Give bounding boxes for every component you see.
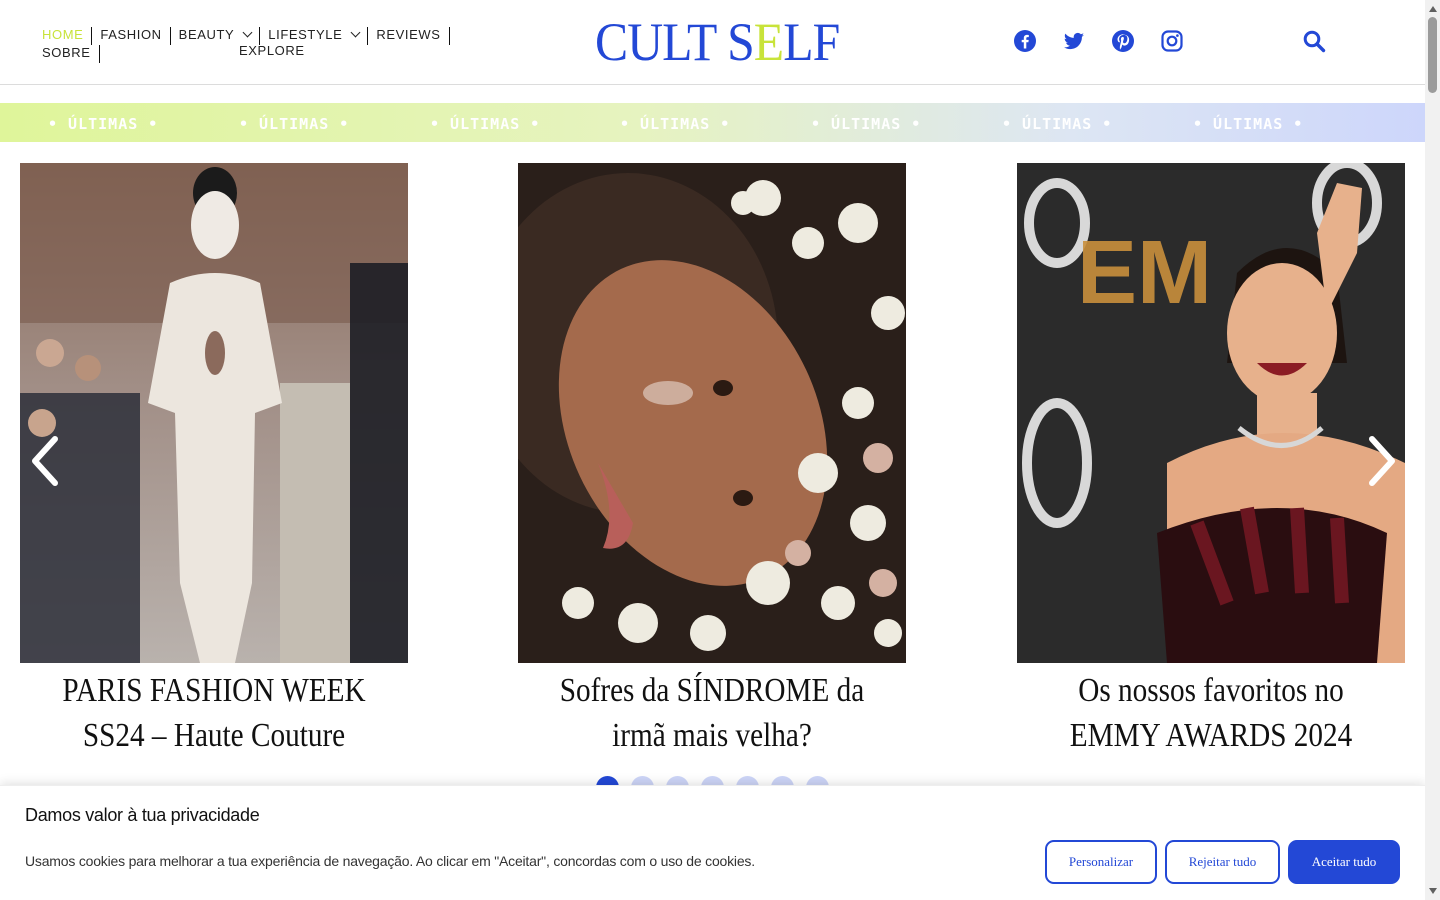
nav-item-home[interactable]: HOME (42, 27, 93, 45)
scroll-thumb[interactable] (1428, 17, 1437, 93)
nav-item-sobre[interactable]: SOBRE (42, 45, 100, 63)
twitter-icon[interactable] (1062, 29, 1086, 53)
logo-text-accent: E (753, 12, 784, 72)
ticker-item[interactable]: • ÚLTIMAS • (48, 115, 158, 133)
ticker-item[interactable]: • ÚLTIMAS • (1002, 115, 1112, 133)
facebook-icon[interactable] (1013, 29, 1037, 53)
logo-text-end: LF (783, 12, 840, 72)
cookie-title: Damos valor à tua privacidade (25, 805, 260, 825)
svg-text:EM: EM (1077, 223, 1212, 323)
site-header: HOME FASHION BEAUTY LIFESTYLE REVIEWS SOBRE E… (0, 0, 1425, 85)
chevron-down-icon (242, 27, 253, 38)
ticker-item[interactable]: • ÚLTIMAS • (1193, 115, 1303, 133)
post-image-fashion-week[interactable] (20, 163, 408, 663)
instagram-icon[interactable] (1160, 29, 1184, 53)
search-icon[interactable] (1302, 29, 1326, 53)
ticker-item[interactable]: • ÚLTIMAS • (430, 115, 540, 133)
cookie-description: Usamos cookies para melhorar a tua exper… (25, 853, 755, 869)
logo-text-start: CULT S (595, 12, 755, 72)
customize-button[interactable]: Personalizar (1045, 840, 1157, 884)
cookie-consent-banner: Damos valor à tua privacidade Usamos coo… (0, 785, 1425, 900)
main-nav: HOME FASHION BEAUTY LIFESTYLE REVIEWS SOBRE E… (42, 27, 512, 63)
reject-all-button[interactable]: Rejeitar tudo (1165, 840, 1280, 884)
page-scrollbar[interactable] (1425, 0, 1440, 900)
page: HOME FASHION BEAUTY LIFESTYLE REVIEWS SOBRE E… (0, 0, 1440, 900)
post-title[interactable]: Sofres da SÍNDROME da irmã mais velha? (531, 668, 892, 758)
chevron-left-icon[interactable] (25, 433, 65, 489)
scroll-down-arrow-icon[interactable] (1429, 888, 1437, 894)
nav-item-explore[interactable]: EXPLORE (239, 43, 305, 58)
post-image-emmy-awards[interactable]: EM (1017, 163, 1405, 663)
post-image-older-sister[interactable] (518, 163, 906, 663)
site-logo[interactable]: CULT SELF (595, 12, 840, 72)
ticker-item[interactable]: • ÚLTIMAS • (239, 115, 349, 133)
ticker-item[interactable]: • ÚLTIMAS • (811, 115, 921, 133)
latest-ticker: • ÚLTIMAS • • ÚLTIMAS • • ÚLTIMAS • • ÚL… (0, 103, 1425, 142)
post-title[interactable]: PARIS FASHION WEEK SS24 – Haute Couture (33, 668, 394, 758)
social-links (1013, 29, 1184, 53)
chevron-right-icon[interactable] (1362, 433, 1402, 489)
ticker-item[interactable]: • ÚLTIMAS • (620, 115, 730, 133)
pinterest-icon[interactable] (1111, 29, 1135, 53)
nav-item-fashion[interactable]: FASHION (100, 27, 171, 45)
nav-item-reviews[interactable]: REVIEWS (376, 27, 450, 45)
post-title[interactable]: Os nossos favoritos no EMMY AWARDS 2024 (1030, 668, 1391, 758)
nav-item-lifestyle-label: LIFESTYLE (268, 27, 343, 42)
scroll-up-arrow-icon[interactable] (1429, 6, 1437, 12)
accept-all-button[interactable]: Aceitar tudo (1288, 840, 1400, 884)
nav-item-beauty-label: BEAUTY (178, 27, 235, 42)
chevron-down-icon (350, 27, 361, 38)
